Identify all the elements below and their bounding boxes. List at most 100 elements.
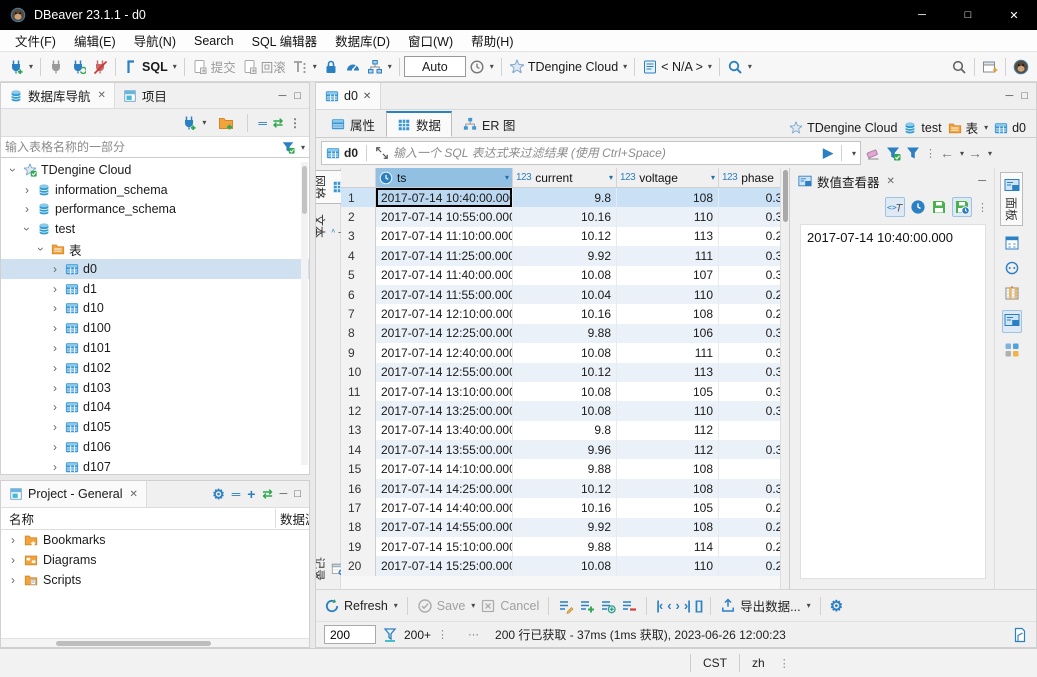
cell-voltage[interactable]: 112 bbox=[617, 421, 719, 440]
cell-voltage[interactable]: 114 bbox=[617, 537, 719, 556]
cell-ts[interactable]: 2017-07-14 10:40:00.000 bbox=[376, 188, 513, 207]
datetime-icon[interactable] bbox=[910, 199, 926, 215]
column-header-voltage[interactable]: 123voltage▾ bbox=[617, 168, 719, 187]
row-number[interactable]: 19 bbox=[341, 537, 376, 556]
cell-current[interactable]: 10.16 bbox=[513, 498, 617, 517]
maximize-editor-icon[interactable]: □ bbox=[1021, 90, 1028, 102]
cell-current[interactable]: 10.12 bbox=[513, 363, 617, 382]
perspective-button[interactable] bbox=[1010, 55, 1032, 78]
tab-value-viewer[interactable]: 数值查看器 ✕ bbox=[790, 168, 903, 194]
collapse-all-button[interactable]: ═ bbox=[258, 116, 267, 130]
tree-item-performance_schema[interactable]: ›performance_schema bbox=[1, 200, 309, 220]
cell-phase[interactable]: 0.30 bbox=[719, 363, 789, 382]
status-overflow-icon[interactable]: ⋯ bbox=[468, 628, 479, 641]
tree-item-information_schema[interactable]: ›information_schema bbox=[1, 180, 309, 200]
cell-current[interactable]: 10.08 bbox=[513, 343, 617, 362]
cell-ts[interactable]: 2017-07-14 14:40:00.000 bbox=[376, 498, 513, 517]
cell-current[interactable]: 10.16 bbox=[513, 207, 617, 226]
cell-voltage[interactable]: 107 bbox=[617, 266, 719, 285]
cell-phase[interactable]: 0.31 bbox=[719, 440, 789, 459]
tree-item-d107[interactable]: ›d107 bbox=[1, 457, 309, 474]
cell-ts[interactable]: 2017-07-14 14:55:00.000 bbox=[376, 518, 513, 537]
new-connection-button[interactable]: ▾ bbox=[5, 55, 36, 78]
cell-current[interactable]: 10.12 bbox=[513, 227, 617, 246]
breadcrumb-tables[interactable]: 表▾ bbox=[948, 118, 989, 137]
cell-voltage[interactable]: 110 bbox=[617, 207, 719, 226]
grid-corner-cell[interactable] bbox=[341, 168, 376, 187]
close-tab-icon[interactable]: ✕ bbox=[887, 176, 895, 187]
expander-icon[interactable]: › bbox=[49, 282, 61, 296]
expander-icon[interactable]: › bbox=[21, 183, 33, 197]
column-header-current[interactable]: 123current▾ bbox=[513, 168, 617, 187]
cell-ts[interactable]: 2017-07-14 12:10:00.000 bbox=[376, 304, 513, 323]
row-number[interactable]: 20 bbox=[341, 556, 376, 575]
project-expand-all-button[interactable]: + bbox=[247, 486, 255, 502]
row-number[interactable]: 3 bbox=[341, 227, 376, 246]
expander-icon[interactable]: › bbox=[21, 202, 33, 216]
cancel-button[interactable]: Cancel bbox=[480, 598, 539, 614]
cell-phase[interactable] bbox=[719, 459, 789, 478]
language-indicator[interactable]: zh bbox=[739, 654, 777, 672]
first-row-button[interactable]: |‹ bbox=[656, 598, 662, 613]
cell-voltage[interactable]: 111 bbox=[617, 246, 719, 265]
window-maximize-button[interactable]: □ bbox=[945, 0, 991, 30]
result-settings-button[interactable]: ⚙ bbox=[830, 597, 843, 615]
reconnect-button[interactable] bbox=[67, 55, 89, 78]
cell-phase[interactable]: 0.31 bbox=[719, 266, 789, 285]
project-item-diagrams[interactable]: ›Diagrams bbox=[1, 550, 309, 570]
tree-item-test[interactable]: ›test bbox=[1, 219, 309, 239]
grid-scrollbar[interactable] bbox=[780, 168, 789, 589]
tab-panels[interactable]: 面板 bbox=[1000, 172, 1023, 226]
cell-phase[interactable]: 0.30 bbox=[719, 382, 789, 401]
menu-e[interactable]: 编辑(E) bbox=[65, 31, 125, 50]
expander-icon[interactable]: › bbox=[49, 381, 61, 395]
tab-database-navigator[interactable]: 数据库导航 ✕ bbox=[1, 83, 115, 108]
expand-filter-icon[interactable] bbox=[375, 146, 389, 160]
expander-icon[interactable]: › bbox=[49, 440, 61, 454]
row-number[interactable]: 17 bbox=[341, 498, 376, 517]
cell-phase[interactable] bbox=[719, 421, 789, 440]
cell-ts[interactable]: 2017-07-14 13:40:00.000 bbox=[376, 421, 513, 440]
expander-icon[interactable]: › bbox=[49, 341, 61, 355]
window-minimize-button[interactable]: ─ bbox=[899, 0, 945, 30]
row-number[interactable]: 4 bbox=[341, 246, 376, 265]
cell-current[interactable]: 10.08 bbox=[513, 266, 617, 285]
metadata-panel-icon[interactable] bbox=[1004, 260, 1020, 276]
cell-voltage[interactable]: 113 bbox=[617, 363, 719, 382]
expander-icon[interactable]: › bbox=[20, 223, 34, 235]
cell-ts[interactable]: 2017-07-14 11:40:00.000 bbox=[376, 266, 513, 285]
cell-ts[interactable]: 2017-07-14 14:25:00.000 bbox=[376, 479, 513, 498]
cell-current[interactable]: 10.08 bbox=[513, 401, 617, 420]
cell-phase[interactable]: 0.29 bbox=[719, 227, 789, 246]
cell-phase[interactable]: 0.31 bbox=[719, 343, 789, 362]
cell-ts[interactable]: 2017-07-14 11:55:00.000 bbox=[376, 285, 513, 304]
cell-voltage[interactable]: 111 bbox=[617, 343, 719, 362]
cell-ts[interactable]: 2017-07-14 15:10:00.000 bbox=[376, 537, 513, 556]
tree-item-d102[interactable]: ›d102 bbox=[1, 358, 309, 378]
cell-voltage[interactable]: 105 bbox=[617, 498, 719, 517]
value-format-text-button[interactable]: <>T bbox=[885, 197, 905, 217]
expander-icon[interactable]: › bbox=[7, 573, 19, 587]
cell-phase[interactable]: 0.31 bbox=[719, 401, 789, 420]
filters-icon[interactable] bbox=[905, 145, 921, 161]
refresh-button[interactable]: Refresh▾ bbox=[324, 598, 398, 614]
row-number[interactable]: 6 bbox=[341, 285, 376, 304]
expander-icon[interactable]: › bbox=[49, 400, 61, 414]
column-header-phase[interactable]: 123phase▾ bbox=[719, 168, 789, 187]
cell-current[interactable]: 9.88 bbox=[513, 459, 617, 478]
transaction-log-button[interactable]: ▾ bbox=[466, 55, 497, 78]
cell-current[interactable]: 10.04 bbox=[513, 285, 617, 304]
expander-icon[interactable]: › bbox=[49, 262, 61, 276]
auto-save-value-button[interactable] bbox=[952, 197, 972, 217]
cell-ts[interactable]: 2017-07-14 14:10:00.000 bbox=[376, 459, 513, 478]
timezone-indicator[interactable]: CST bbox=[690, 654, 739, 672]
expander-icon[interactable]: › bbox=[49, 321, 61, 335]
search-metadata-button[interactable]: ▾ bbox=[724, 55, 755, 78]
cell-phase[interactable]: 0.30 bbox=[719, 207, 789, 226]
fetch-size-input[interactable] bbox=[324, 625, 376, 644]
transaction-mode-button[interactable]: ▾ bbox=[289, 55, 320, 78]
tree-item-d101[interactable]: ›d101 bbox=[1, 338, 309, 358]
cell-ts[interactable]: 2017-07-14 12:25:00.000 bbox=[376, 324, 513, 343]
breadcrumb-connection[interactable]: TDengine Cloud bbox=[789, 121, 897, 135]
cell-current[interactable]: 9.8 bbox=[513, 188, 617, 207]
